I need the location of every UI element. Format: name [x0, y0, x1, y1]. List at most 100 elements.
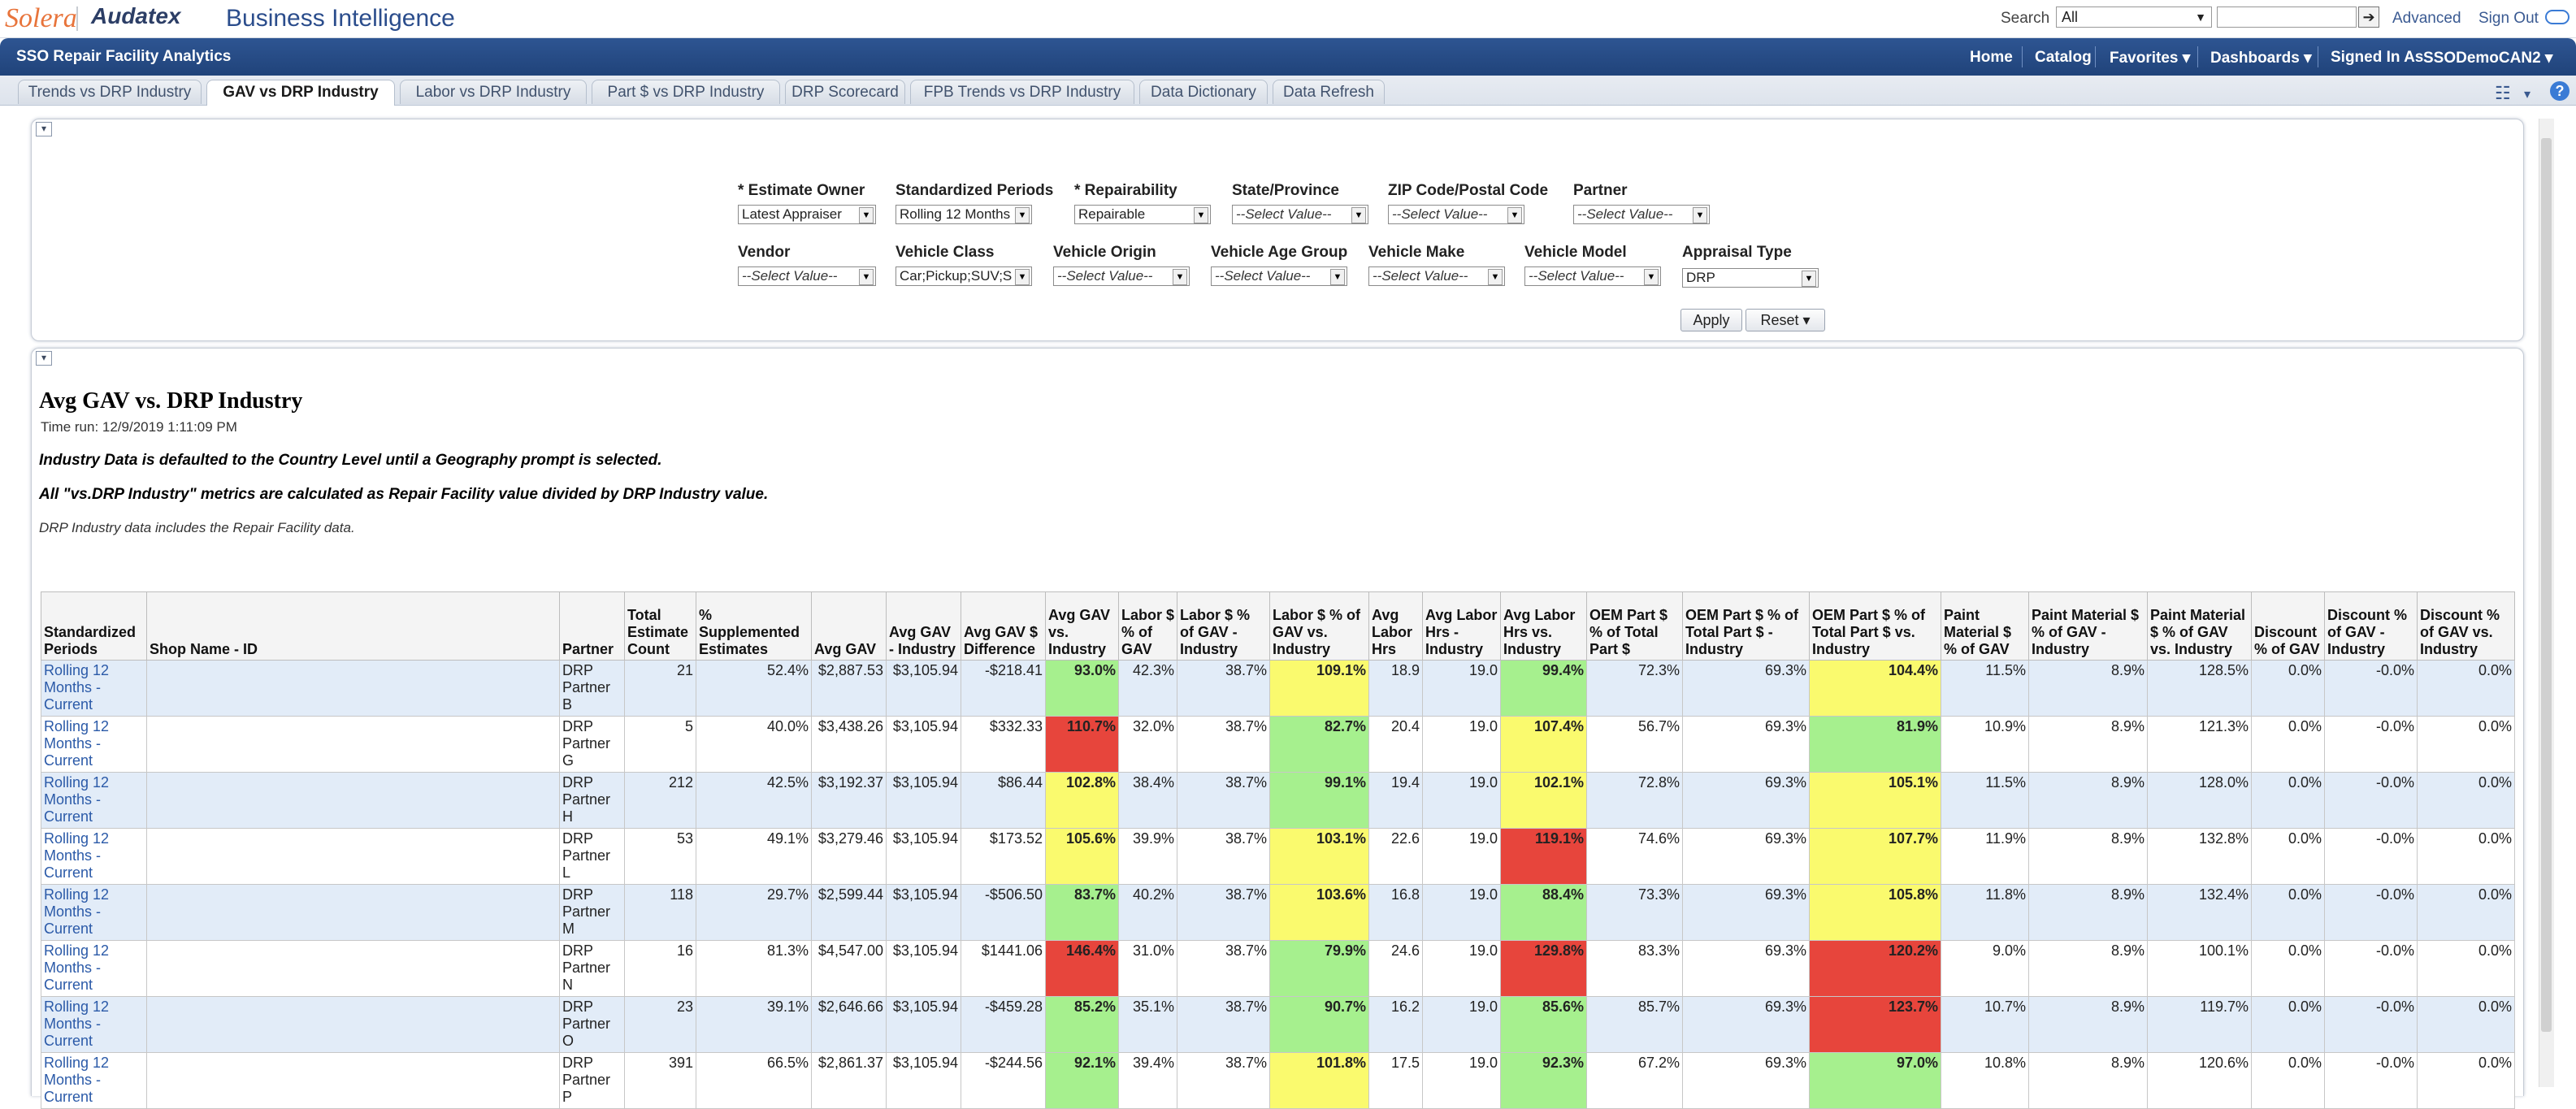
cell-oem-ind: 69.3%: [1682, 996, 1810, 1053]
tab-trends-vs-drp-industry[interactable]: Trends vs DRP Industry: [18, 80, 202, 104]
estimate-owner-select[interactable]: Latest Appraiser ▼: [738, 205, 876, 224]
cell-disc-ind: -0.0%: [2324, 828, 2418, 885]
cell-oem-vs: 97.0%: [1809, 1052, 1941, 1109]
cell-period[interactable]: Rolling 12 Months - Current: [41, 1052, 147, 1109]
favorites-menu[interactable]: Favorites ▾: [2110, 49, 2190, 67]
cell-pm: 11.5%: [1941, 772, 2029, 829]
vertical-scrollbar[interactable]: [2539, 119, 2554, 1087]
column-header: Paint Material $ % of GAV: [1941, 591, 2029, 661]
vendor-value: --Select Value--: [742, 268, 838, 284]
vendor-select[interactable]: --Select Value-- ▼: [738, 266, 876, 286]
tab-data-refresh[interactable]: Data Refresh: [1273, 80, 1385, 104]
cell-period[interactable]: Rolling 12 Months - Current: [41, 772, 147, 829]
cell-gav: $3,279.46: [811, 828, 887, 885]
cell-disc-vs: 0.0%: [2417, 772, 2515, 829]
tab-fpb-trends-vs-drp-industry[interactable]: FPB Trends vs DRP Industry: [910, 80, 1134, 104]
tab-drp-scorecard[interactable]: DRP Scorecard: [785, 80, 905, 104]
sign-out-link[interactable]: Sign Out: [2478, 10, 2539, 28]
catalog-link[interactable]: Catalog: [2035, 49, 2092, 67]
cell-partner: DRP Partner O: [559, 996, 625, 1053]
cell-hrs-vs: 85.6%: [1500, 996, 1587, 1053]
state-province-label: State/Province: [1232, 182, 1339, 199]
logo-divider: [76, 6, 78, 31]
cell-count: 391: [624, 1052, 696, 1109]
vehicle-origin-select[interactable]: --Select Value-- ▼: [1053, 266, 1190, 286]
collapse-report-icon[interactable]: ▾: [36, 351, 52, 366]
column-header: Discount % of GAV - Industry: [2324, 591, 2418, 661]
reset-button[interactable]: Reset ▾: [1746, 309, 1825, 331]
cell-period[interactable]: Rolling 12 Months - Current: [41, 996, 147, 1053]
appraisal-type-value: DRP: [1686, 270, 1715, 285]
chevron-down-icon: ▼: [1507, 207, 1522, 223]
tab-gav-vs-drp-industry[interactable]: GAV vs DRP Industry: [206, 80, 395, 106]
dashboards-menu[interactable]: Dashboards ▾: [2210, 49, 2312, 67]
cell-oem: 72.3%: [1586, 660, 1683, 717]
cell-lab-vs: 101.8%: [1269, 1052, 1369, 1109]
search-input[interactable]: [2217, 6, 2357, 28]
vehicle-make-select[interactable]: --Select Value-- ▼: [1368, 266, 1505, 286]
cell-gav-ind: $3,105.94: [886, 996, 961, 1053]
state-province-select[interactable]: --Select Value-- ▼: [1232, 205, 1368, 224]
user-menu[interactable]: SSODemoCAN2 ▾: [2423, 49, 2552, 67]
cell-shop: [146, 716, 560, 773]
cell-pm-vs: 120.6%: [2147, 1052, 2252, 1109]
scrollbar-thumb[interactable]: [2541, 138, 2552, 1032]
appraisal-type-label: Appraisal Type: [1682, 244, 1792, 261]
search-scope-value: All: [2062, 9, 2079, 25]
search-go-icon[interactable]: ➔: [2358, 6, 2379, 28]
cell-period[interactable]: Rolling 12 Months - Current: [41, 828, 147, 885]
cell-lab-vs: 99.1%: [1269, 772, 1369, 829]
cell-period[interactable]: Rolling 12 Months - Current: [41, 660, 147, 717]
vehicle-model-select[interactable]: --Select Value-- ▼: [1524, 266, 1661, 286]
cell-lab: 40.2%: [1118, 884, 1177, 941]
chevron-down-icon[interactable]: ▾: [2524, 86, 2530, 102]
cell-lab: 39.9%: [1118, 828, 1177, 885]
cell-oem-ind: 69.3%: [1682, 772, 1810, 829]
home-link[interactable]: Home: [1970, 49, 2013, 67]
partner-select[interactable]: --Select Value-- ▼: [1573, 205, 1710, 224]
help-icon[interactable]: ?: [2550, 81, 2569, 101]
apply-button[interactable]: Apply: [1680, 309, 1742, 331]
sign-out-icon[interactable]: [2545, 10, 2569, 24]
cell-lab-ind: 38.7%: [1177, 716, 1270, 773]
cell-pm-vs: 121.3%: [2147, 716, 2252, 773]
search-scope-select[interactable]: All ▼: [2056, 6, 2212, 28]
cell-lab-ind: 38.7%: [1177, 996, 1270, 1053]
cell-period[interactable]: Rolling 12 Months - Current: [41, 940, 147, 997]
cell-hrs-vs: 107.4%: [1500, 716, 1587, 773]
vehicle-age-group-select[interactable]: --Select Value-- ▼: [1211, 266, 1347, 286]
vehicle-class-select[interactable]: Car;Pickup;SUV;S ▼: [896, 266, 1032, 286]
column-header: Avg GAV $ Difference: [961, 591, 1046, 661]
tab-part-vs-drp-industry[interactable]: Part $ vs DRP Industry: [592, 80, 780, 104]
tab-labor-vs-drp-industry[interactable]: Labor vs DRP Industry: [400, 80, 587, 104]
cell-oem: 85.7%: [1586, 996, 1683, 1053]
cell-gav-diff: $173.52: [961, 828, 1046, 885]
gav-report-table: Standardized Periods Shop Name - ID Partne…: [41, 591, 2515, 1109]
cell-partner: DRP Partner P: [559, 1052, 625, 1109]
cell-partner: DRP Partner G: [559, 716, 625, 773]
partner-value: --Select Value--: [1577, 206, 1673, 222]
collapse-prompts-icon[interactable]: ▾: [36, 122, 52, 136]
tab-data-dictionary[interactable]: Data Dictionary: [1139, 80, 1268, 104]
table-row: Rolling 12 Months - Current DRP Partner N…: [41, 940, 2515, 997]
cell-supp: 49.1%: [696, 828, 812, 885]
cell-period[interactable]: Rolling 12 Months - Current: [41, 716, 147, 773]
chevron-down-icon: ▼: [2195, 11, 2206, 24]
column-header: Avg GAV - Industry: [886, 591, 961, 661]
cell-oem-ind: 69.3%: [1682, 884, 1810, 941]
column-header: Paint Material $ % of GAV vs. Industry: [2147, 591, 2252, 661]
cell-count: 5: [624, 716, 696, 773]
advanced-link[interactable]: Advanced: [2392, 10, 2461, 28]
zip-code-select[interactable]: --Select Value-- ▼: [1388, 205, 1524, 224]
appraisal-type-select[interactable]: DRP ▼: [1682, 268, 1819, 288]
cell-oem-vs: 105.8%: [1809, 884, 1941, 941]
state-province-value: --Select Value--: [1236, 206, 1332, 222]
cell-hrs: 20.4: [1368, 716, 1423, 773]
table-row: Rolling 12 Months - Current DRP Partner O…: [41, 996, 2515, 1053]
cell-pm-ind: 8.9%: [2028, 940, 2148, 997]
repairability-select[interactable]: Repairable ▼: [1074, 205, 1211, 224]
standardized-periods-select[interactable]: Rolling 12 Months ▼: [896, 205, 1032, 224]
cell-lab-vs: 103.1%: [1269, 828, 1369, 885]
page-options-icon[interactable]: ☷: [2495, 83, 2511, 104]
cell-period[interactable]: Rolling 12 Months - Current: [41, 884, 147, 941]
